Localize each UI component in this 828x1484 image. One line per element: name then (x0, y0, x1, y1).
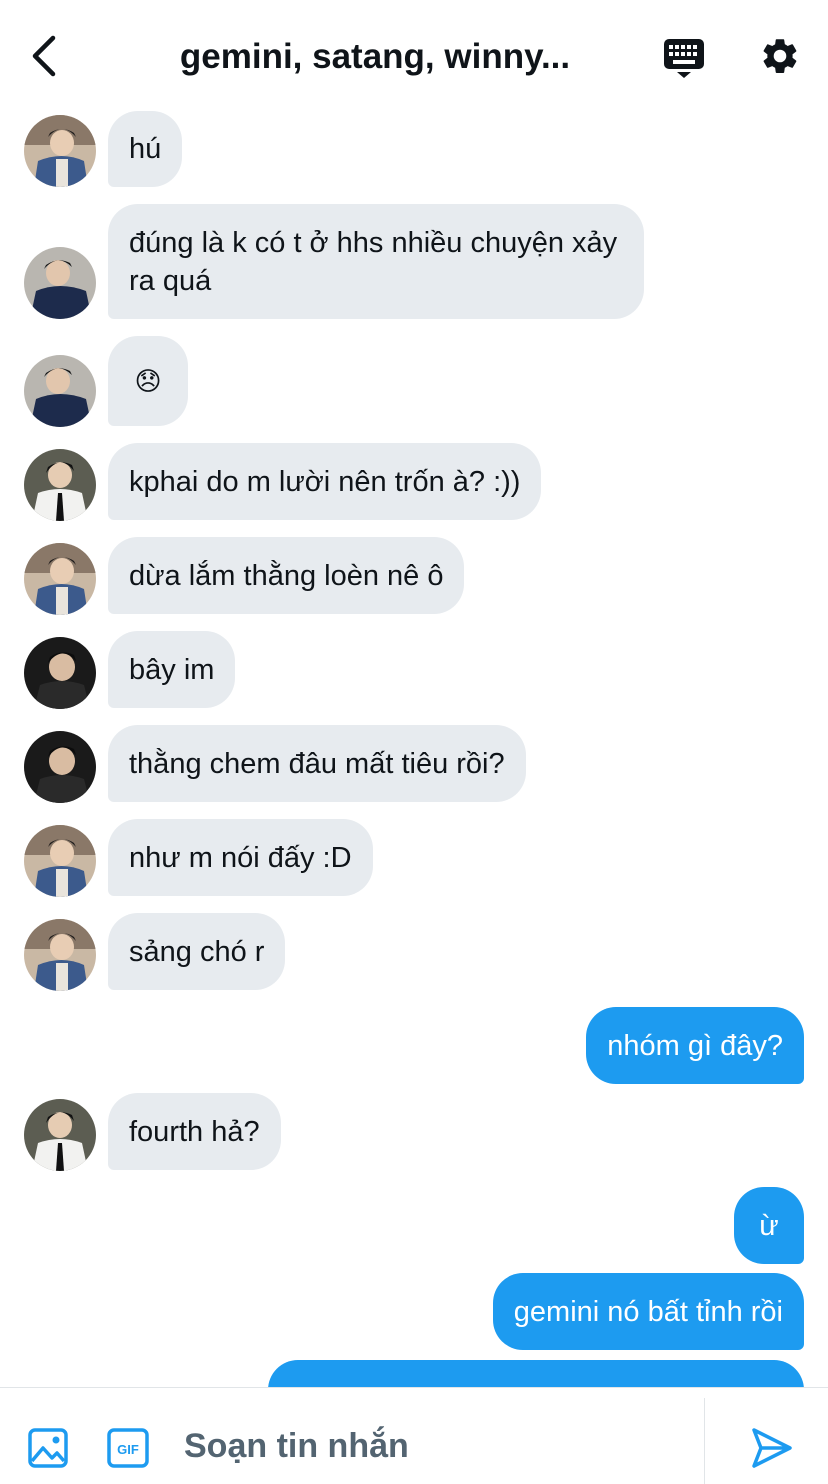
avatar-image (24, 355, 96, 427)
avatar-image (24, 247, 96, 319)
message-input[interactable]: Soạn tin nhắn (184, 1426, 409, 1466)
avatar-image (24, 115, 96, 187)
add-media-button[interactable] (24, 1424, 72, 1472)
keyboard-icon (664, 39, 704, 78)
back-button[interactable] (22, 34, 66, 78)
message-bubble[interactable]: đúng là k có t ở hhs nhiều chuyện xảy ra… (108, 204, 644, 319)
add-gif-button[interactable]: GIF (104, 1424, 152, 1472)
message-composer: GIF Soạn tin nhắn (0, 1387, 828, 1484)
send-icon (752, 1428, 792, 1468)
avatar[interactable] (24, 637, 96, 709)
avatar[interactable] (24, 731, 96, 803)
image-icon (28, 1428, 68, 1468)
message-bubble[interactable]: 😞 (108, 336, 188, 426)
message-bubble[interactable]: fourth hả? (108, 1093, 281, 1170)
avatar[interactable] (24, 919, 96, 991)
conversation-header: gemini, satang, winny... (0, 0, 828, 112)
message-bubble[interactable]: thằng chem đâu mất tiêu rồi? (108, 725, 526, 802)
message-bubble[interactable]: kphai do m lười nên trốn à? :)) (108, 443, 542, 520)
keyboard-shortcuts-button[interactable] (660, 34, 708, 82)
message-bubble[interactable]: bây im (108, 631, 236, 708)
avatar-image (24, 543, 96, 615)
message-bubble[interactable]: nhóm gì đây? (586, 1007, 804, 1084)
message-bubble[interactable]: sảng chó r (108, 913, 286, 990)
message-bubble[interactable]: hú (108, 111, 183, 187)
avatar-image (24, 731, 96, 803)
avatar-image (24, 1099, 96, 1171)
message-bubble[interactable]: như m nói đấy :D (108, 819, 373, 896)
avatar[interactable] (24, 449, 96, 521)
gif-icon: GIF (107, 1428, 149, 1468)
chevron-left-icon (32, 35, 56, 77)
avatar-image (24, 637, 96, 709)
avatar[interactable] (24, 115, 96, 187)
avatar[interactable] (24, 355, 96, 427)
settings-button[interactable] (756, 32, 804, 80)
message-bubble[interactable]: gemini nó bất tỉnh rồi (492, 1273, 804, 1350)
avatar[interactable] (24, 825, 96, 897)
avatar-image (24, 449, 96, 521)
send-button[interactable] (746, 1422, 798, 1474)
composer-divider (704, 1398, 705, 1484)
avatar[interactable] (24, 247, 96, 319)
avatar-image (24, 825, 96, 897)
avatar-image (24, 919, 96, 991)
gif-label: GIF (117, 1442, 139, 1457)
conversation-title[interactable]: gemini, satang, winny... (140, 34, 610, 80)
avatar[interactable] (24, 1099, 96, 1171)
gear-icon (763, 39, 797, 73)
message-bubble[interactable]: ừ (734, 1187, 804, 1264)
message-bubble[interactable]: dừa lắm thằng loèn nê ô (108, 537, 465, 614)
avatar[interactable] (24, 543, 96, 615)
